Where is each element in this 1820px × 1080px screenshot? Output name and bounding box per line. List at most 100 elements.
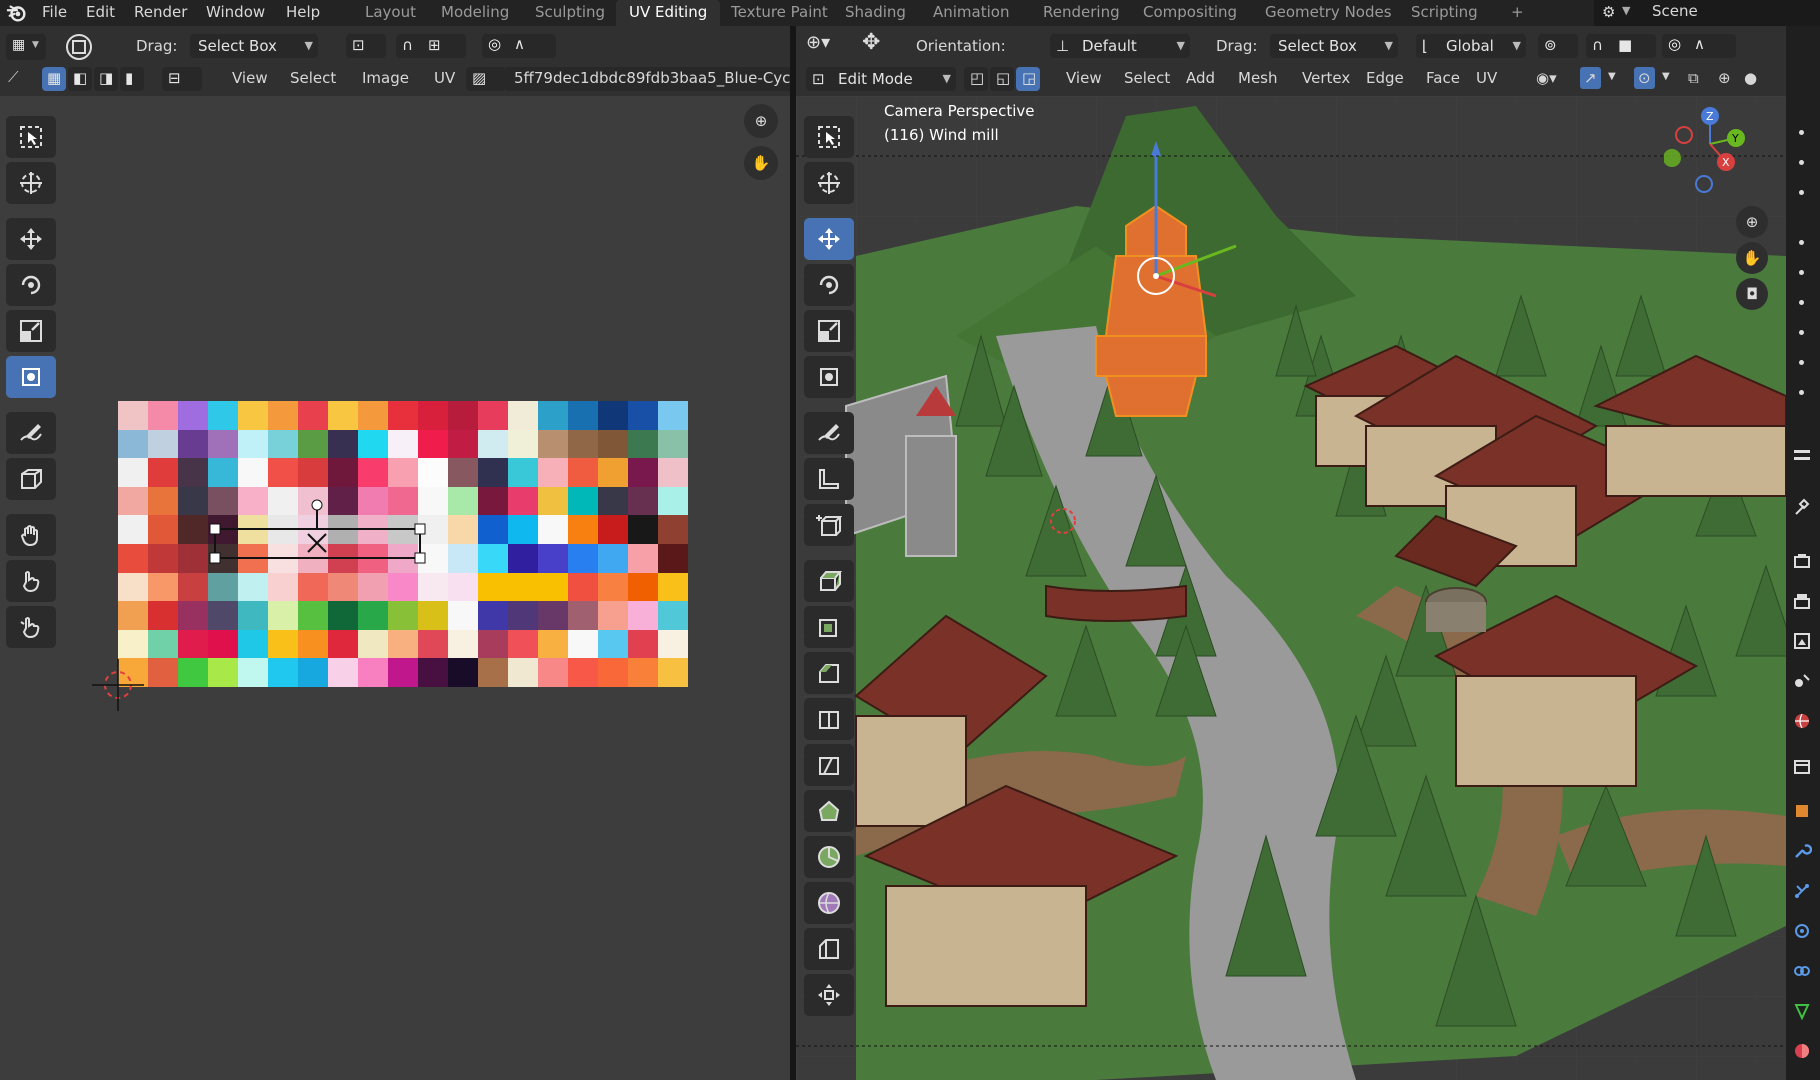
uv-menu-image[interactable]: Image — [362, 69, 409, 87]
cursor-tool[interactable] — [6, 162, 56, 204]
menu-file[interactable]: File — [42, 0, 67, 26]
extrude-tool[interactable] — [804, 560, 854, 602]
menu-help[interactable]: Help — [286, 0, 320, 26]
uv-menu-view[interactable]: View — [232, 69, 268, 87]
shading-solid-icon[interactable]: ● — [1744, 69, 1757, 87]
uv-editor-canvas[interactable]: ⊕ ✋ — [0, 96, 790, 1080]
move-tool[interactable] — [6, 218, 56, 260]
modifier-wrench-tab-icon[interactable] — [1787, 835, 1817, 867]
sticky-select-icon[interactable]: ⟋ — [8, 68, 19, 86]
uv-menu-select[interactable]: Select — [290, 69, 336, 87]
viewport-menu-uv[interactable]: UV — [1476, 69, 1497, 87]
select-box-tool[interactable] — [804, 116, 854, 158]
relax-tool[interactable] — [6, 560, 56, 602]
menu-edit[interactable]: Edit — [86, 0, 115, 26]
viewport-canvas[interactable]: Camera Perspective (116) Wind mill Z Y X… — [796, 96, 1786, 1080]
viewport-menu-view[interactable]: View — [1066, 69, 1102, 87]
rotate-tool[interactable] — [804, 264, 854, 306]
add-workspace-button[interactable]: + — [1498, 0, 1537, 26]
rip-region-tool[interactable] — [6, 458, 56, 500]
visibility-eye-icon[interactable]: ◉▾ — [1536, 69, 1557, 87]
viewport-menu-vertex[interactable]: Vertex — [1302, 69, 1350, 87]
tab-animation[interactable]: Animation — [920, 0, 1022, 26]
tab-rendering[interactable]: Rendering — [1030, 0, 1133, 26]
pivot-point-button[interactable]: ⊡ — [346, 34, 386, 58]
annotate-tool[interactable] — [6, 412, 56, 454]
menu-render[interactable]: Render — [134, 0, 187, 26]
image-name-field[interactable]: 5ff79dec1dbdc89fdb3baa5_Blue-Cycl — [506, 67, 790, 91]
tools-tab-icon[interactable] — [1787, 490, 1817, 522]
editor-type-button[interactable]: ▦ ▼ — [6, 34, 46, 60]
tab-compositing[interactable]: Compositing — [1130, 0, 1250, 26]
loop-cut-tool[interactable] — [804, 698, 854, 740]
gizmo-toggle-icon[interactable]: ↗ — [1580, 67, 1601, 89]
object-data-tab-icon[interactable] — [1787, 995, 1817, 1027]
camera-view-icon[interactable]: ◘ — [1736, 278, 1768, 310]
tab-modeling[interactable]: Modeling — [428, 0, 522, 26]
zoom-icon[interactable]: ⊕ — [1736, 206, 1768, 238]
viewport-menu-select[interactable]: Select — [1124, 69, 1170, 87]
transform-tool[interactable] — [6, 356, 56, 398]
shading-wireframe-icon[interactable]: ⊕ — [1718, 69, 1731, 87]
add-cube-tool[interactable] — [804, 504, 854, 546]
viewport-menu-face[interactable]: Face — [1426, 69, 1460, 87]
snap-toggle-button[interactable]: ∩ ⊞ — [396, 34, 466, 58]
select-box-tool[interactable] — [6, 116, 56, 158]
scene-selector[interactable]: ⚙ ▼ Scene — [1594, 0, 1820, 26]
face-select-mode-button[interactable]: ◨ — [94, 67, 118, 91]
chevron-down-icon[interactable]: ▼ — [1608, 71, 1616, 82]
uv-sync-button[interactable]: ⊟ — [162, 67, 202, 91]
edge-select-mode-button[interactable]: ◱ — [990, 67, 1014, 91]
menu-window[interactable]: Window — [206, 0, 265, 26]
island-select-mode-button[interactable]: ▮ — [120, 67, 144, 91]
vertex-select-mode-button[interactable]: ◰ — [964, 67, 988, 91]
snap-toggle-button[interactable]: ∩ ■ — [1586, 34, 1656, 58]
viewport-menu-add[interactable]: Add — [1186, 69, 1215, 87]
view-layer-tab-icon[interactable] — [1787, 625, 1817, 657]
cursor-tool[interactable] — [804, 162, 854, 204]
transform-tool[interactable] — [804, 356, 854, 398]
tab-geometry-nodes[interactable]: Geometry Nodes — [1252, 0, 1405, 26]
render-tab-icon[interactable] — [1787, 545, 1817, 577]
proportional-edit-button[interactable]: ◎ ∧ — [482, 34, 556, 58]
pinch-tool[interactable] — [6, 606, 56, 648]
material-tab-icon[interactable] — [1787, 1035, 1817, 1067]
tab-shading[interactable]: Shading — [832, 0, 919, 26]
edge-select-mode-button[interactable]: ◧ — [68, 67, 92, 91]
pivot-point-button[interactable]: ⊚ — [1538, 34, 1578, 58]
transform-space-dropdown[interactable]: ⌊ Global ▼ — [1416, 34, 1526, 58]
physics-tab-icon[interactable] — [1787, 915, 1817, 947]
grab-tool[interactable] — [6, 514, 56, 556]
editor-type-3d-icon[interactable]: ⊕▾ — [806, 32, 830, 53]
measure-tool[interactable] — [804, 458, 854, 500]
spin-tool[interactable] — [804, 836, 854, 878]
xray-toggle-icon[interactable]: ⧉ — [1688, 69, 1699, 87]
vertex-select-mode-button[interactable]: ▦ — [42, 67, 66, 91]
tab-texture-paint[interactable]: Texture Paint — [718, 0, 841, 26]
drag-select-dropdown[interactable]: Select Box ▼ — [1270, 34, 1398, 58]
tool-settings-tab-icon[interactable] — [1787, 440, 1817, 472]
blender-logo-icon[interactable] — [6, 2, 28, 24]
image-browse-button[interactable]: ▨ — [466, 67, 506, 91]
uv-menu-uv[interactable]: UV — [434, 69, 455, 87]
tab-layout[interactable]: Layout — [352, 0, 429, 26]
pan-hand-icon[interactable]: ✋ — [744, 146, 778, 180]
smooth-tool[interactable] — [804, 882, 854, 924]
tab-uv-editing[interactable]: UV Editing — [616, 0, 721, 26]
drag-select-dropdown[interactable]: Select Box ▼ — [190, 34, 318, 58]
knife-tool[interactable] — [804, 744, 854, 786]
face-select-mode-button[interactable]: ◲ — [1016, 67, 1040, 91]
pan-hand-icon[interactable]: ✋ — [1736, 242, 1768, 274]
scene-tab-icon[interactable] — [1787, 665, 1817, 697]
tweak-tool-icon[interactable] — [64, 32, 94, 62]
particles-tab-icon[interactable] — [1787, 875, 1817, 907]
chevron-down-icon[interactable]: ▼ — [1662, 71, 1670, 82]
annotate-tool[interactable] — [804, 412, 854, 454]
viewport-menu-mesh[interactable]: Mesh — [1238, 69, 1278, 87]
viewport-menu-edge[interactable]: Edge — [1366, 69, 1404, 87]
move-tool[interactable] — [804, 218, 854, 260]
navigation-gizmo[interactable]: Z Y X — [1664, 100, 1754, 200]
object-tab-icon[interactable] — [1787, 795, 1817, 827]
tab-sculpting[interactable]: Sculpting — [522, 0, 618, 26]
gizmo-move-icon[interactable]: ✥ — [862, 30, 880, 55]
